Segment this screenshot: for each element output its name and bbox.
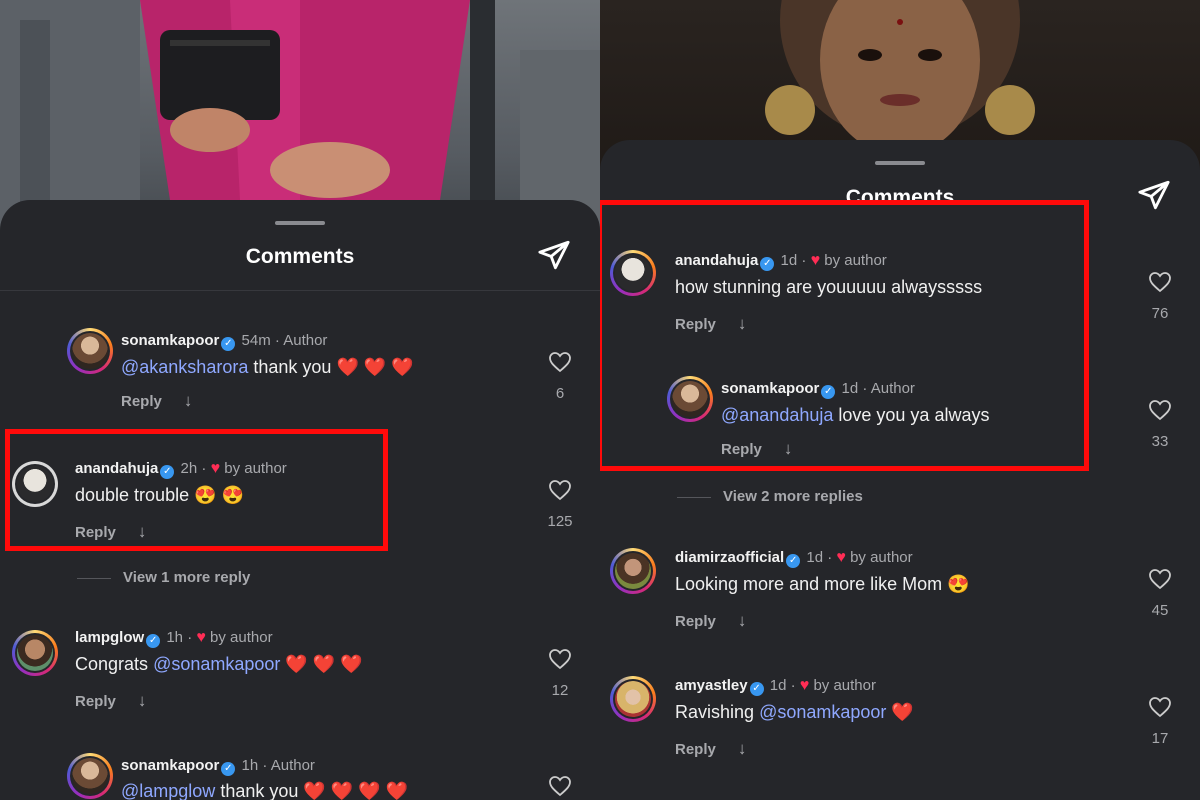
verified-badge-icon: ✓ [786,554,801,568]
arrow-down-icon[interactable]: ↓ [184,391,193,411]
like-count: 125 [547,513,573,530]
like-button[interactable]: 33 [1140,398,1180,450]
arrow-down-icon[interactable]: ↓ [738,739,747,759]
comment-mention[interactable]: @sonamkapoor [759,702,886,722]
comment-tag: by author [210,629,273,646]
avatar[interactable] [12,630,58,676]
comment-body: Congrats [75,654,149,674]
heart-outline-icon [1149,272,1171,293]
view-more-replies[interactable]: View 2 more replies [677,488,863,505]
arrow-down-icon[interactable]: ↓ [738,611,747,631]
comment-time: 1h [241,757,259,774]
comment-username[interactable]: sonamkapoor [121,332,219,349]
heart-filled-icon: ♥ [196,629,206,646]
like-button[interactable]: 45 [1140,567,1180,619]
heart-outline-icon [549,480,571,501]
like-button[interactable]: 125 [540,478,580,530]
avatar[interactable] [67,328,113,374]
like-count: 17 [1151,730,1169,747]
like-count: 33 [1151,433,1169,450]
comment-text: Looking more and more like Mom 😍 [675,574,970,595]
reply-button[interactable]: Reply [121,393,162,410]
comment-meta: diamirzaofficial ✓ 1d · ♥ by author [675,549,913,568]
verified-badge-icon: ✓ [146,634,161,648]
comment-meta: sonamkapoor ✓ 54m · Author [121,332,328,351]
comment-body: thank you [253,357,332,377]
like-count: 76 [1151,305,1169,322]
comment-time: 1d [769,677,787,694]
heart-outline-icon [549,776,571,797]
comment-meta: amyastley ✓ 1d · ♥ by author [675,677,876,696]
comment-body: thank you [220,781,299,800]
comment-meta: sonamkapoor ✓ 1h · Author [121,757,315,776]
comment-text: Ravishing @sonamkapoor ❤️ [675,702,914,723]
reply-button[interactable]: Reply [675,613,716,630]
heart-outline-icon [549,352,571,373]
comment-mention[interactable]: @sonamkapoor [153,654,280,674]
like-count: 6 [555,385,565,402]
comment-text: @akanksharora thank you ❤️ ❤️ ❤️ [121,357,414,378]
view-more-replies[interactable]: View 1 more reply [77,569,250,586]
highlight-box [600,200,1089,471]
comment-text: Congrats @sonamkapoor ❤️ ❤️ ❤️ [75,654,363,675]
comment-emoji: ❤️ [891,702,914,722]
comment-tag: by author [850,549,913,566]
comment-emoji: 😍 [947,574,970,594]
left-screenshot: Comments sonamkapoor ✓ 54m · Author @akan… [0,0,600,800]
highlight-box [5,429,388,551]
comment-tag: by author [813,677,876,694]
comment-mention[interactable]: @akanksharora [121,357,248,377]
comment-tag: Author [283,332,328,349]
comment-username[interactable]: amyastley [675,677,748,694]
avatar[interactable] [67,753,113,799]
heart-filled-icon: ♥ [836,549,846,566]
like-button[interactable]: 76 [1140,270,1180,322]
comment-username[interactable]: diamirzaofficial [675,549,784,566]
like-button[interactable]: 6 [540,350,580,402]
comment-emoji: ❤️ ❤️ ❤️ [336,357,414,377]
comment-username[interactable]: sonamkapoor [121,757,219,774]
heart-filled-icon: ♥ [799,677,810,694]
right-screenshot: Comments anandahuja ✓ 1d · ♥ by author ho… [600,0,1200,800]
heart-outline-icon [1149,400,1171,421]
avatar[interactable] [610,548,656,594]
comment-time: 54m [241,332,271,349]
comment-tag: Author [270,757,315,774]
header-divider [0,290,600,291]
heart-outline-icon [1149,697,1171,718]
drag-handle[interactable] [275,221,325,225]
send-icon[interactable] [537,238,571,272]
verified-badge-icon: ✓ [749,682,764,696]
heart-outline-icon [1149,569,1171,590]
comment-emoji: ❤️ ❤️ ❤️ ❤️ [303,781,409,800]
heart-outline-icon [549,649,571,670]
send-icon[interactable] [1137,178,1171,212]
like-button[interactable]: 12 [540,647,580,699]
like-button[interactable] [540,774,580,800]
reply-button[interactable]: Reply [675,741,716,758]
sheet-title: Comments [245,245,355,268]
comment-username[interactable]: lampglow [75,629,144,646]
like-count: 45 [1151,602,1169,619]
comment-text: @lampglow thank you ❤️ ❤️ ❤️ ❤️ [121,781,408,800]
comment-body: Ravishing [675,702,755,722]
verified-badge-icon: ✓ [221,337,236,351]
drag-handle[interactable] [875,161,925,165]
like-button[interactable]: 17 [1140,695,1180,747]
like-count: 12 [551,682,569,699]
comment-body: Looking more and more like Mom [675,574,943,594]
comment-meta: lampglow ✓ 1h · ♥ by author [75,629,273,648]
verified-badge-icon: ✓ [221,762,236,776]
comment-mention[interactable]: @lampglow [121,781,215,800]
avatar[interactable] [610,676,656,722]
comment-emoji: ❤️ ❤️ ❤️ [285,654,363,674]
comment-time: 1h [166,629,184,646]
reply-button[interactable]: Reply [75,693,116,710]
arrow-down-icon[interactable]: ↓ [138,691,147,711]
comment-time: 1d [806,549,824,566]
